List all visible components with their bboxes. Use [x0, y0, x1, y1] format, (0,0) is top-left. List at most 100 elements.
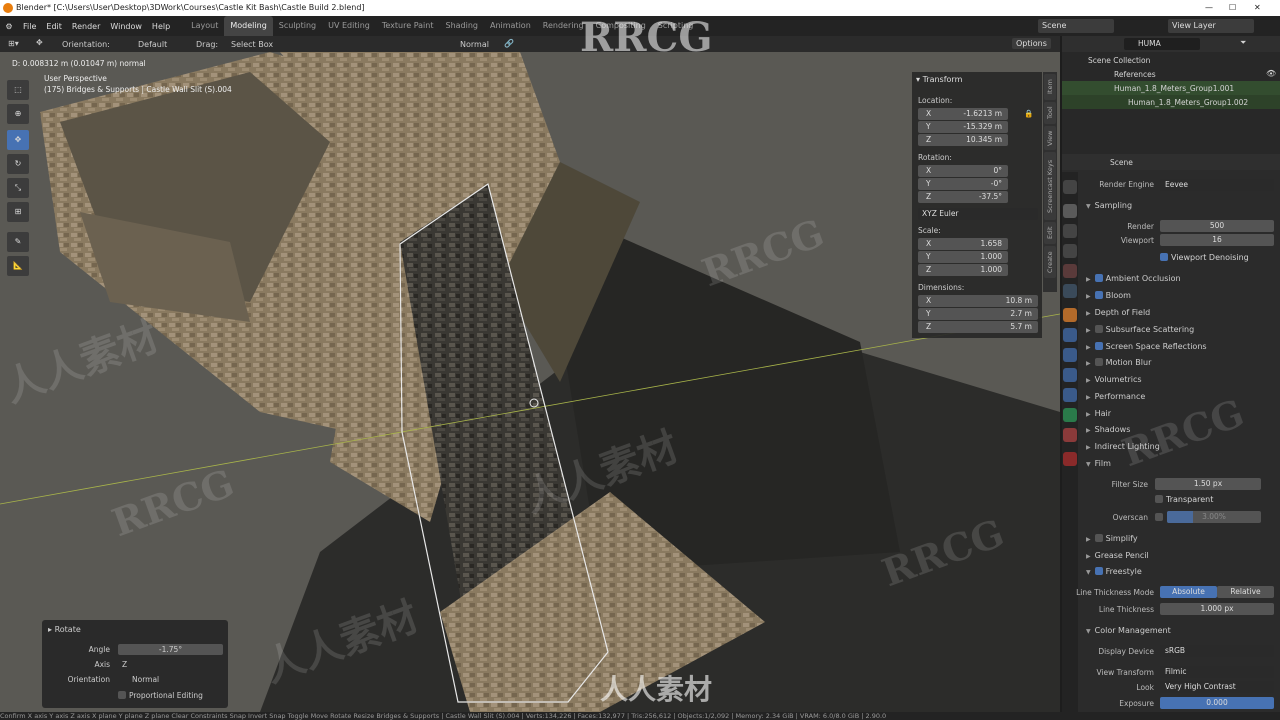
tab-screencast-keys[interactable]: Screencast Keys: [1044, 152, 1056, 220]
visibility-eye-icon[interactable]: 👁: [1266, 69, 1276, 78]
world-props-icon[interactable]: [1063, 284, 1077, 298]
filter-size-field[interactable]: 1.50 px: [1155, 478, 1261, 490]
outliner-search[interactable]: HUMA: [1124, 38, 1200, 50]
tab-tool[interactable]: Tool: [1044, 102, 1056, 124]
object-props-icon[interactable]: [1063, 308, 1077, 322]
material-props-icon[interactable]: [1063, 428, 1077, 442]
outliner-item-scene-collection[interactable]: Scene Collection: [1088, 56, 1150, 65]
move-tool-icon[interactable]: ✥: [7, 130, 29, 150]
section-volumetrics[interactable]: ▶ Volumetrics: [1086, 375, 1142, 384]
simplify-header[interactable]: ▶ Simplify: [1086, 534, 1138, 543]
tab-create[interactable]: Create: [1044, 246, 1056, 278]
dimensions-z-field[interactable]: Z 5.7 m: [918, 321, 1038, 333]
angle-field[interactable]: -1.75°: [118, 644, 223, 655]
menu-window[interactable]: Window: [105, 22, 147, 31]
section-subsurface-scattering[interactable]: ▶ Subsurface Scattering: [1086, 325, 1194, 334]
transform-tool-icon[interactable]: ⊞: [7, 202, 29, 222]
location-y-field[interactable]: Y -15.329 m: [918, 121, 1008, 133]
viewport-denoising-checkbox[interactable]: Viewport Denoising: [1160, 253, 1249, 262]
transform-title[interactable]: ▾ Transform: [916, 75, 962, 84]
render-samples-field[interactable]: 500: [1160, 220, 1274, 232]
render-engine-dropdown[interactable]: Eevee: [1160, 179, 1274, 191]
tab-texture-paint[interactable]: Texture Paint: [376, 16, 440, 36]
tab-scripting[interactable]: Scripting: [652, 16, 700, 36]
filter-icon[interactable]: ⏷: [1240, 38, 1246, 48]
section-checkbox[interactable]: [1094, 291, 1103, 299]
section-hair[interactable]: ▶ Hair: [1086, 409, 1111, 418]
snap-icon[interactable]: 🔗: [504, 39, 514, 48]
exposure-field[interactable]: 0.000: [1160, 697, 1274, 709]
rotation-mode-dropdown[interactable]: XYZ Euler: [918, 208, 1038, 220]
section-checkbox[interactable]: [1094, 358, 1103, 366]
dimensions-x-field[interactable]: X 10.8 m: [918, 295, 1038, 307]
section-screen-space-reflections[interactable]: ▶ Screen Space Reflections: [1086, 342, 1207, 351]
physics-props-icon[interactable]: [1063, 368, 1077, 382]
view-layer-selector[interactable]: View Layer: [1168, 19, 1254, 33]
freestyle-header[interactable]: ▼ Freestyle: [1086, 567, 1142, 576]
annotate-tool-icon[interactable]: ✎: [7, 232, 29, 252]
menu-render[interactable]: Render: [67, 22, 105, 31]
sampling-header[interactable]: ▼ Sampling: [1086, 201, 1132, 210]
section-checkbox[interactable]: [1094, 274, 1103, 282]
drag-dropdown[interactable]: Select Box: [231, 40, 273, 49]
rotate-title[interactable]: ▸ Rotate: [48, 625, 81, 634]
outliner-item-references[interactable]: References: [1114, 70, 1156, 79]
section-checkbox[interactable]: [1094, 342, 1103, 350]
tab-edit[interactable]: Edit: [1044, 222, 1056, 244]
overscan-field[interactable]: 3.00%: [1167, 511, 1261, 523]
display-device-dropdown[interactable]: sRGB: [1160, 645, 1274, 657]
scale-z-field[interactable]: Z 1.000: [918, 264, 1008, 276]
orientation-dropdown[interactable]: Default: [138, 40, 167, 49]
scale-x-field[interactable]: X 1.658: [918, 238, 1008, 250]
section-performance[interactable]: ▶ Performance: [1086, 392, 1145, 401]
axis-dropdown[interactable]: Z: [118, 659, 223, 670]
relative-button[interactable]: Relative: [1217, 586, 1274, 598]
line-thickness-field[interactable]: 1.000 px: [1160, 603, 1274, 615]
look-dropdown[interactable]: Very High Contrast: [1160, 681, 1274, 693]
rotation-y-field[interactable]: Y -0°: [918, 178, 1008, 190]
modifier-props-icon[interactable]: [1063, 328, 1077, 342]
pivot-dropdown[interactable]: Normal: [460, 40, 489, 49]
location-x-field[interactable]: X -1.6213 m: [918, 108, 1008, 120]
section-indirect-lighting[interactable]: ▶ Indirect Lighting: [1086, 442, 1160, 451]
tab-modeling[interactable]: Modeling: [224, 16, 273, 36]
view-layer-props-icon[interactable]: [1063, 244, 1077, 258]
close-button[interactable]: ✕: [1254, 0, 1261, 16]
tab-uv-editing[interactable]: UV Editing: [322, 16, 376, 36]
lock-icon[interactable]: 🔒: [1024, 109, 1033, 118]
menu-edit[interactable]: Edit: [41, 22, 67, 31]
menu-help[interactable]: Help: [147, 22, 175, 31]
location-z-field[interactable]: Z 10.345 m: [918, 134, 1008, 146]
constraints-props-icon[interactable]: [1063, 388, 1077, 402]
editor-type-icon[interactable]: ⊞▾: [8, 39, 19, 48]
section-checkbox[interactable]: [1094, 325, 1103, 333]
tab-item[interactable]: Item: [1044, 74, 1056, 100]
options-button[interactable]: Options: [1012, 38, 1051, 49]
tab-animation[interactable]: Animation: [484, 16, 537, 36]
section-shadows[interactable]: ▶ Shadows: [1086, 425, 1130, 434]
transparent-checkbox[interactable]: Transparent: [1155, 495, 1213, 504]
scale-y-field[interactable]: Y 1.000: [918, 251, 1008, 263]
tab-view[interactable]: View: [1044, 126, 1056, 150]
dimensions-y-field[interactable]: Y 2.7 m: [918, 308, 1038, 320]
tab-layout[interactable]: Layout: [185, 16, 224, 36]
rotation-x-field[interactable]: X 0°: [918, 165, 1008, 177]
render-props-icon[interactable]: [1063, 204, 1077, 218]
grease-pencil-header[interactable]: ▶ Grease Pencil: [1086, 551, 1149, 560]
cursor-tool-icon[interactable]: ⊕: [7, 104, 29, 124]
3d-viewport[interactable]: ⬚ ⊕ ✥ ↻ ⤡ ⊞ ✎ 📐 D: 0.008312 m (0.01047 m…: [0, 52, 1060, 712]
tab-shading[interactable]: Shading: [439, 16, 484, 36]
maximize-button[interactable]: ☐: [1229, 0, 1236, 16]
section-bloom[interactable]: ▶ Bloom: [1086, 291, 1131, 300]
scene-props-icon[interactable]: [1063, 264, 1077, 278]
outliner-item-human-001[interactable]: Human_1.8_Meters_Group1.001: [1062, 81, 1280, 95]
absolute-button[interactable]: Absolute: [1160, 586, 1217, 598]
scale-tool-icon[interactable]: ⤡: [7, 178, 29, 198]
menu-file[interactable]: File: [18, 22, 41, 31]
section-motion-blur[interactable]: ▶ Motion Blur: [1086, 358, 1151, 367]
section-depth-of-field[interactable]: ▶ Depth of Field: [1086, 308, 1150, 317]
color-management-header[interactable]: ▼ Color Management: [1086, 626, 1171, 635]
scene-selector[interactable]: Scene: [1038, 19, 1114, 33]
proportional-editing-checkbox[interactable]: Proportional Editing: [118, 691, 203, 700]
view-transform-dropdown[interactable]: Filmic: [1160, 666, 1274, 678]
